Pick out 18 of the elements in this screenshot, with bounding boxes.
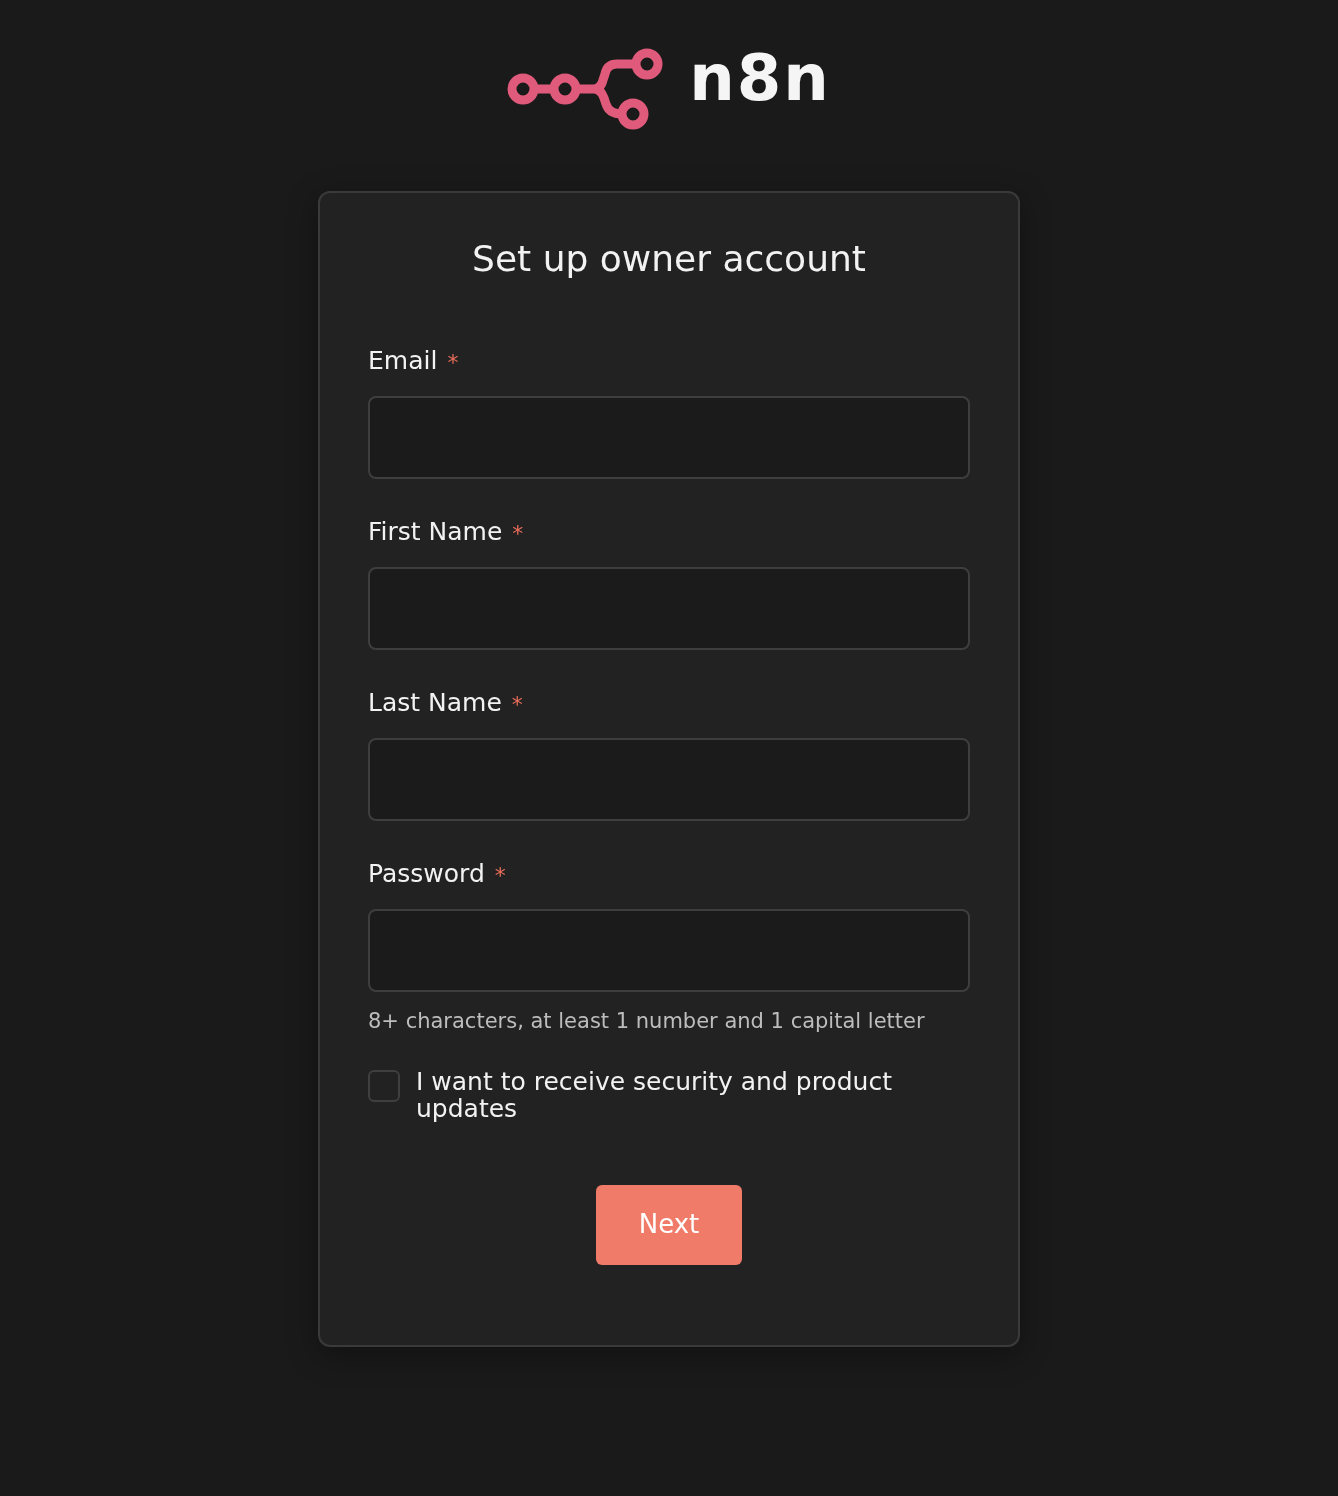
input-field[interactable] bbox=[368, 738, 970, 822]
checkbox-label: I want to receive security and product updates bbox=[416, 1067, 893, 1123]
required-mark: * bbox=[494, 863, 506, 889]
next-button[interactable]: Next bbox=[596, 1184, 742, 1265]
field-label: Last Name bbox=[368, 688, 502, 719]
field-label: Email bbox=[368, 346, 438, 377]
hint-text: 8+ characters, at least 1 number and 1 capital letter bbox=[368, 1008, 925, 1036]
input-field[interactable] bbox=[368, 909, 970, 993]
input-field[interactable] bbox=[368, 396, 970, 480]
required-mark: * bbox=[512, 521, 524, 547]
required-mark: * bbox=[511, 692, 523, 718]
form-title: Set up owner account bbox=[471, 237, 867, 281]
brand-name: n8n bbox=[689, 46, 831, 110]
required-mark: * bbox=[447, 350, 459, 376]
field-label: First Name bbox=[368, 517, 503, 548]
input-field[interactable] bbox=[368, 567, 970, 651]
checkbox[interactable] bbox=[368, 1069, 400, 1102]
field-label: Password bbox=[368, 859, 485, 890]
